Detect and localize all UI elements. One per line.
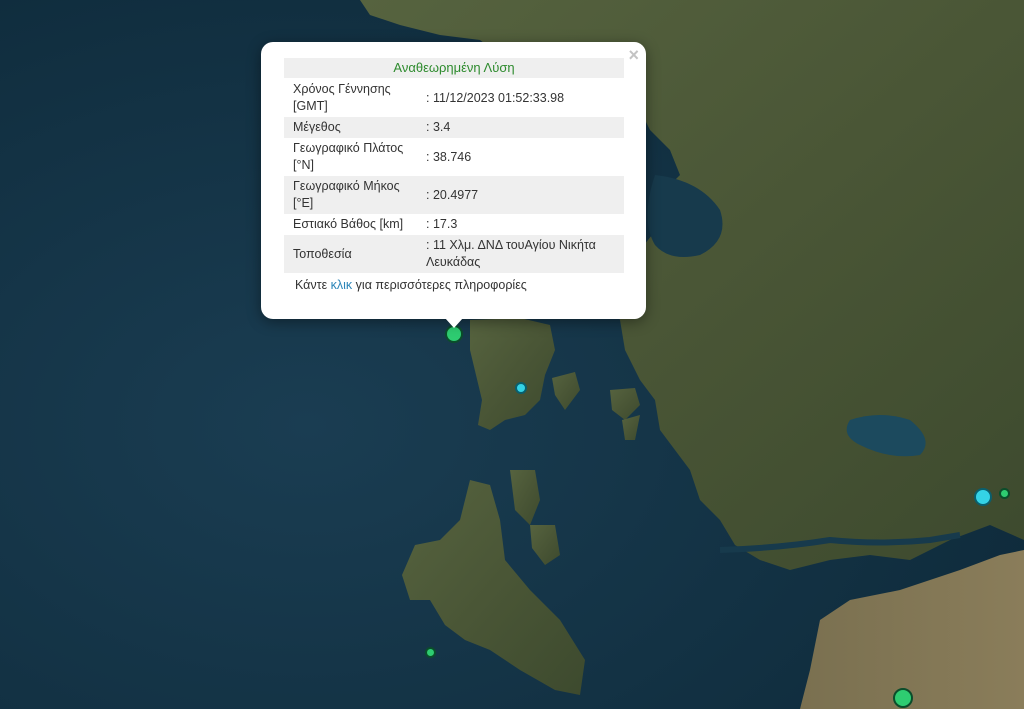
earthquake-marker[interactable] [893,688,913,708]
more-info-link[interactable]: κλικ [331,278,353,292]
detail-label: Εστιακό Βάθος [km] [293,217,404,231]
more-info-suffix: για περισσότερες πληροφορίες [352,278,527,292]
detail-row: Μέγεθος: 3.4 [284,117,624,138]
popup-tip [445,318,463,328]
detail-row: Τοποθεσία: 11 Χλμ. ΔΝΔ τουΑγίου Νικήτα Λ… [284,235,624,273]
detail-row: Γεωγραφικό Πλάτος [°N] : 38.746 [284,138,624,176]
detail-label: Μέγεθος [284,117,424,138]
detail-row: Εστιακό Βάθος [km] : 17.3 [284,214,624,235]
detail-row: Γεωγραφικό Μήκος [°E]: 20.4977 [284,176,624,214]
event-popup: × Αναθεωρημένη Λύση Χρόνος Γέννησης [GMT… [261,42,646,319]
earthquake-marker[interactable] [998,487,1010,499]
more-info-line: Κάντε κλικ για περισσότερες πληροφορίες [284,273,624,292]
detail-value: : 17.3 [426,217,458,231]
detail-label: Γεωγραφικό Μήκος [°E] [284,176,424,214]
detail-value: : 38.746 [426,149,472,164]
detail-value: : 11/12/2023 01:52:33.98 [426,90,565,105]
detail-row: Χρόνος Γέννησης [GMT] : 11/12/2023 01:52:… [284,79,624,117]
popup-title: Αναθεωρημένη Λύση [284,58,624,78]
detail-label: Τοποθεσία [284,235,424,273]
earthquake-marker[interactable] [424,646,436,658]
more-info-prefix: Κάντε [295,278,331,292]
detail-value: : 11 Χλμ. ΔΝΔ τουΑγίου Νικήτα Λευκάδας [424,235,624,273]
detail-label: Γεωγραφικό Πλάτος [°N] [293,141,404,172]
detail-label: Χρόνος Γέννησης [GMT] [293,82,391,113]
earthquake-marker[interactable] [515,382,527,394]
detail-value: : 3.4 [424,117,624,138]
detail-value: : 20.4977 [424,176,624,214]
event-details-table: Χρόνος Γέννησης [GMT] : 11/12/2023 01:52:… [284,79,624,273]
close-icon[interactable]: × [628,45,639,65]
earthquake-marker[interactable] [974,488,992,506]
